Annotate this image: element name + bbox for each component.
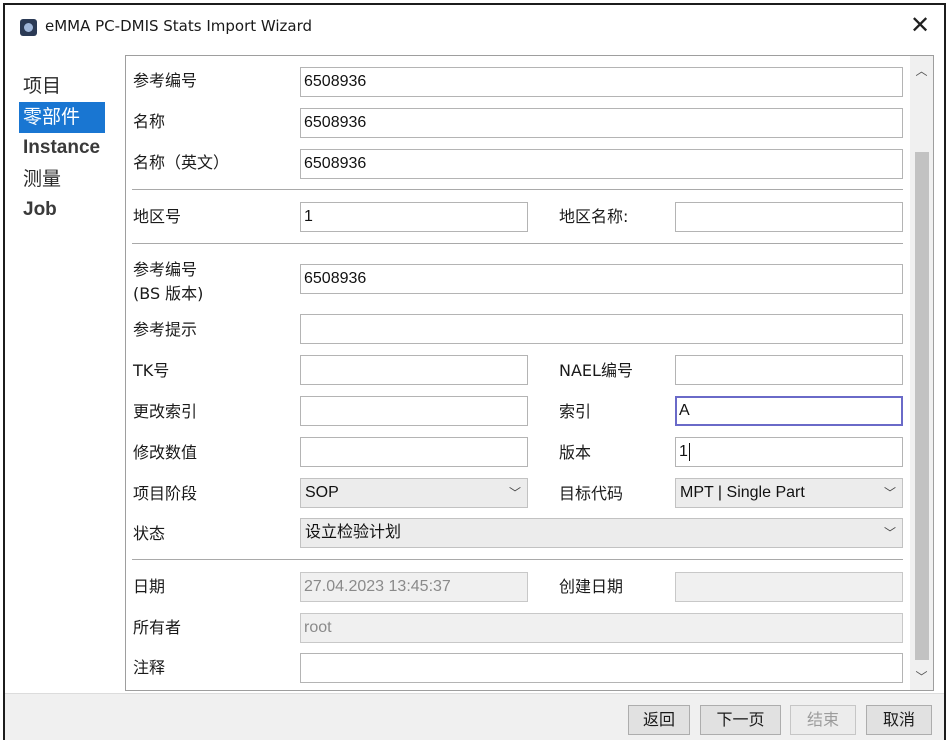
ref-number-bs-input[interactable]: 6508936 — [300, 264, 903, 294]
change-index-label: 更改索引 — [133, 402, 198, 421]
status-value: 设立检验计划 — [305, 524, 402, 541]
vertical-scrollbar[interactable]: ︿ ﹀ — [910, 56, 933, 690]
project-phase-select[interactable]: SOP ﹀ — [300, 478, 528, 508]
nav-item-measurement[interactable]: 测量 — [19, 164, 119, 195]
target-code-label: 目标代码 — [559, 484, 624, 503]
region-no-input[interactable]: 1 — [300, 202, 528, 232]
ref-number-input[interactable]: 6508936 — [300, 67, 903, 97]
nav-item-job[interactable]: Job — [19, 195, 119, 226]
nav-item-project[interactable]: 项目 — [19, 71, 119, 102]
window-title: eMMA PC-DMIS Stats Import Wizard — [45, 17, 313, 35]
ref-hint-label: 参考提示 — [133, 320, 198, 339]
owner-input: root — [300, 613, 903, 643]
date-label: 日期 — [133, 577, 166, 596]
close-button[interactable]: ✕ — [903, 11, 937, 41]
text-caret — [688, 442, 690, 461]
nav-item-instance[interactable]: Instance — [19, 133, 119, 164]
next-button[interactable]: 下一页 — [700, 705, 781, 735]
created-date-input — [675, 572, 903, 602]
comment-label: 注释 — [133, 658, 166, 677]
status-select[interactable]: 设立检验计划 ﹀ — [300, 518, 903, 548]
created-date-label: 创建日期 — [559, 577, 624, 596]
title-bar: eMMA PC-DMIS Stats Import Wizard ✕ — [5, 5, 944, 47]
nael-no-input[interactable] — [675, 355, 903, 385]
region-name-label: 地区名称: — [559, 207, 629, 226]
project-phase-value: SOP — [305, 484, 339, 501]
version-input[interactable]: 1 — [675, 437, 903, 467]
section-divider — [132, 189, 903, 190]
index-input[interactable]: A — [675, 396, 903, 426]
scrollbar-thumb[interactable] — [915, 152, 929, 660]
chevron-down-icon: ﹀ — [508, 486, 521, 500]
tk-no-label: TK号 — [133, 361, 170, 380]
nael-no-label: NAEL编号 — [559, 361, 633, 380]
name-input[interactable]: 6508936 — [300, 108, 903, 138]
region-no-label: 地区号 — [133, 207, 182, 226]
cancel-button[interactable]: 取消 — [866, 705, 932, 735]
scroll-down-icon[interactable]: ﹀ — [910, 668, 933, 686]
section-divider — [132, 559, 903, 560]
project-phase-label: 项目阶段 — [133, 484, 198, 503]
button-bar: 返回 下一页 结束 取消 — [5, 693, 944, 740]
chevron-down-icon: ﹀ — [883, 486, 896, 500]
name-en-input[interactable]: 6508936 — [300, 149, 903, 179]
target-code-value: MPT | Single Part — [680, 484, 805, 501]
app-icon — [20, 19, 37, 36]
region-name-input[interactable] — [675, 202, 903, 232]
name-label: 名称 — [133, 112, 166, 131]
status-label: 状态 — [133, 524, 166, 543]
ref-number-bs-label-line1: 参考编号 — [133, 260, 198, 279]
chevron-down-icon: ﹀ — [883, 526, 896, 540]
target-code-select[interactable]: MPT | Single Part ﹀ — [675, 478, 903, 508]
comment-input[interactable] — [300, 653, 903, 683]
section-divider — [132, 243, 903, 244]
wizard-steps-nav: 项目 零部件 Instance 测量 Job — [19, 71, 119, 226]
mod-value-input[interactable] — [300, 437, 528, 467]
version-value: 1 — [679, 443, 688, 460]
finish-button[interactable]: 结束 — [790, 705, 856, 735]
nav-item-part[interactable]: 零部件 — [19, 102, 105, 133]
scroll-up-icon[interactable]: ︿ — [910, 62, 933, 80]
ref-number-label: 参考编号 — [133, 71, 198, 90]
ref-number-bs-label-line2: (BS 版本) — [133, 284, 204, 303]
tk-no-input[interactable] — [300, 355, 528, 385]
ref-hint-input[interactable] — [300, 314, 903, 344]
part-form-panel: 参考编号 6508936 名称 6508936 名称（英文） 6508936 地… — [125, 55, 934, 691]
index-label: 索引 — [559, 402, 592, 421]
name-en-label: 名称（英文） — [133, 153, 230, 172]
wizard-window: eMMA PC-DMIS Stats Import Wizard ✕ 项目 零部… — [3, 3, 946, 740]
date-input: 27.04.2023 13:45:37 — [300, 572, 528, 602]
change-index-input[interactable] — [300, 396, 528, 426]
back-button[interactable]: 返回 — [628, 705, 690, 735]
mod-value-label: 修改数值 — [133, 443, 198, 462]
version-label: 版本 — [559, 443, 592, 462]
owner-label: 所有者 — [133, 618, 182, 637]
